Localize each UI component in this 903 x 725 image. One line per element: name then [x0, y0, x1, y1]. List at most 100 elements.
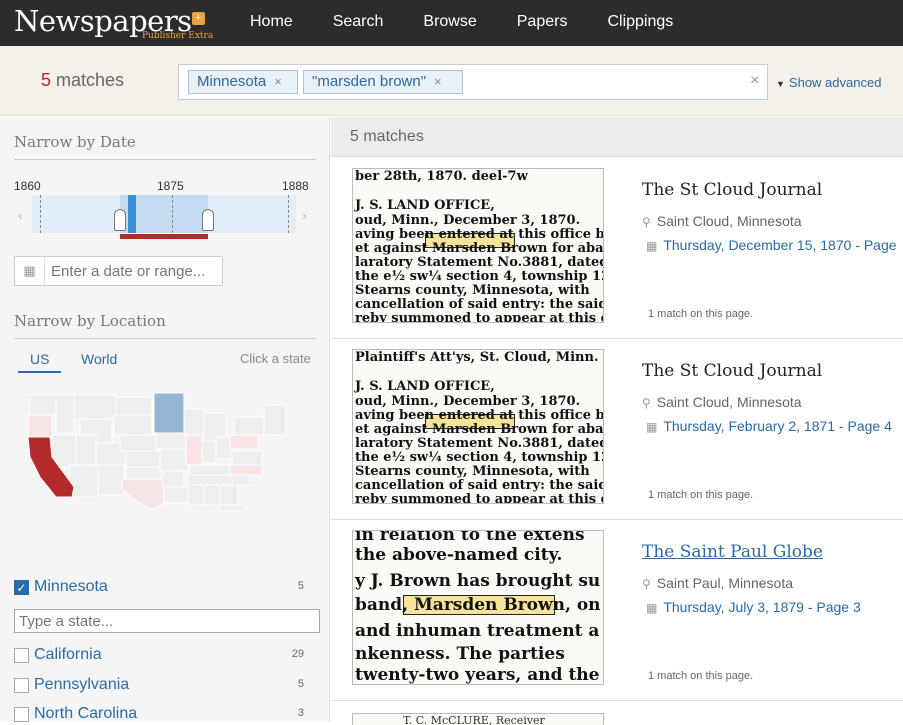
facet-california[interactable]: California 29 [14, 646, 316, 666]
state-virginia[interactable] [231, 450, 263, 466]
result-location: ⚲ Saint Cloud, Minnesota [642, 213, 802, 229]
show-advanced-link[interactable]: ▼ Show advanced [776, 75, 881, 90]
state-filter-field[interactable] [14, 609, 320, 633]
state-montana[interactable] [73, 394, 117, 420]
main-nav: Home Search Browse Papers Clippings [230, 0, 693, 46]
state-south-carolina[interactable] [231, 474, 251, 486]
checkbox-icon[interactable] [14, 648, 29, 663]
year-label-end: 1888 [282, 179, 309, 193]
state-arizona[interactable] [69, 464, 99, 498]
results-header: 5 matches [331, 117, 903, 157]
state-oregon[interactable] [27, 414, 53, 438]
calendar-icon: ▦ [15, 257, 45, 285]
match-count-note: 1 match on this page. [648, 489, 754, 501]
state-new-england[interactable] [263, 404, 287, 436]
result-date-link[interactable]: ▦ Thursday, February 2, 1871 - Page 4 [646, 418, 892, 434]
state-north-dakota[interactable] [115, 396, 153, 416]
state-new-york[interactable] [233, 416, 265, 436]
slider-start-handle[interactable] [114, 209, 126, 231]
state-kansas[interactable] [125, 450, 161, 468]
state-kentucky[interactable] [189, 464, 231, 476]
state-idaho[interactable] [55, 394, 75, 434]
map-pin-icon: ⚲ [642, 577, 651, 591]
state-utah[interactable] [75, 434, 97, 466]
date-range-input[interactable] [51, 261, 219, 281]
chip-close-icon[interactable]: × [274, 74, 282, 89]
calendar-icon: ▦ [646, 601, 658, 615]
divider [14, 159, 316, 160]
state-alabama[interactable] [203, 484, 221, 506]
result-date-link[interactable]: ▦ Thursday, December 15, 1870 - Page [646, 237, 897, 253]
checkbox-icon[interactable] [14, 678, 29, 693]
result-date-link[interactable]: ▦ Thursday, July 3, 1879 - Page 3 [646, 599, 861, 615]
state-florida[interactable] [219, 504, 251, 511]
slider-left-arrow-icon[interactable]: ‹ [18, 207, 23, 223]
date-slider-histogram-bar [128, 195, 136, 233]
tab-us[interactable]: US [18, 351, 62, 373]
state-nebraska[interactable] [119, 434, 157, 452]
state-pennsylvania[interactable] [229, 434, 259, 450]
nav-clippings[interactable]: Clippings [587, 0, 693, 46]
calendar-icon: ▦ [646, 239, 658, 253]
newspaper-snippet-image[interactable]: in relation to the extens the above-name… [352, 530, 604, 685]
narrow-by-location-title: Narrow by Location [14, 312, 166, 330]
checkbox-checked-icon[interactable]: ✓ [14, 580, 29, 595]
date-range-field[interactable]: ▦ [14, 256, 223, 286]
chip-close-icon[interactable]: × [434, 74, 442, 89]
newspaper-snippet-image[interactable]: ber 28th, 1870. deel-7w J. S. LAND OFFIC… [352, 168, 604, 323]
facet-selected-minnesota[interactable]: ✓ Minnesota 5 [14, 578, 316, 598]
narrow-by-date-title: Narrow by Date [14, 133, 136, 151]
result-title-link[interactable]: The Saint Paul Globe [642, 542, 823, 562]
top-nav-bar: Newspapers + Publisher Extra Home Search … [0, 0, 903, 46]
nav-home[interactable]: Home [230, 0, 313, 46]
result-title[interactable]: The St Cloud Journal [642, 361, 822, 381]
search-row: 5 matches Minnesota × "marsden brown" × × … [0, 46, 903, 116]
state-indiana[interactable] [201, 440, 217, 464]
state-mississippi[interactable] [187, 484, 205, 506]
calendar-icon: ▦ [646, 420, 658, 434]
search-chip-minnesota[interactable]: Minnesota × [188, 70, 298, 94]
result-title[interactable]: The St Cloud Journal [642, 180, 822, 200]
state-filter-input[interactable] [19, 612, 309, 630]
slider-tick [172, 195, 173, 233]
search-input[interactable]: Minnesota × "marsden brown" × × [178, 64, 768, 100]
state-wisconsin[interactable] [183, 408, 205, 436]
date-range-indicator [120, 234, 208, 239]
state-missouri[interactable] [159, 448, 189, 472]
state-arkansas[interactable] [161, 470, 185, 488]
clear-search-icon[interactable]: × [750, 72, 759, 90]
slider-end-handle[interactable] [202, 209, 214, 231]
result-location: ⚲ Saint Cloud, Minnesota [642, 394, 802, 410]
state-iowa[interactable] [155, 432, 187, 450]
nav-papers[interactable]: Papers [497, 0, 588, 46]
facet-pennsylvania[interactable]: Pennsylvania 5 [14, 676, 316, 696]
divider [14, 338, 316, 339]
results-panel: 5 matches ber 28th, 1870. deel-7w J. S. … [331, 117, 903, 725]
checkbox-icon[interactable] [14, 707, 29, 722]
result-item: ber 28th, 1870. deel-7w J. S. LAND OFFIC… [331, 158, 903, 339]
state-washington[interactable] [29, 394, 57, 416]
facet-north-carolina[interactable]: North Carolina 3 [14, 705, 316, 725]
newspaper-snippet-image[interactable]: Plaintiff's Att'ys, St. Cloud, Minn. J. … [352, 349, 604, 504]
plus-icon: + [191, 12, 205, 25]
nav-search[interactable]: Search [313, 0, 404, 46]
state-minnesota[interactable] [153, 392, 185, 434]
state-tennessee[interactable] [187, 474, 233, 486]
nav-browse[interactable]: Browse [403, 0, 496, 46]
state-north-carolina[interactable] [229, 464, 263, 476]
state-georgia[interactable] [219, 484, 239, 506]
state-louisiana[interactable] [163, 486, 189, 504]
map-pin-icon: ⚲ [642, 215, 651, 229]
us-state-map[interactable] [14, 391, 296, 511]
slider-tick [40, 195, 41, 233]
search-chip-marsden-brown[interactable]: "marsden brown" × [303, 70, 463, 94]
click-a-state-hint: Click a state [240, 351, 311, 366]
state-illinois[interactable] [185, 434, 203, 466]
tab-world[interactable]: World [81, 351, 117, 367]
state-new-mexico[interactable] [97, 464, 125, 496]
match-count-note: 1 match on this page. [648, 670, 754, 682]
slider-right-arrow-icon[interactable]: › [302, 207, 307, 223]
caret-down-icon: ▼ [776, 79, 785, 89]
newspaper-snippet-image-partial[interactable]: T. C. McCLURE, Receiver [352, 713, 604, 725]
state-south-dakota[interactable] [113, 414, 153, 436]
